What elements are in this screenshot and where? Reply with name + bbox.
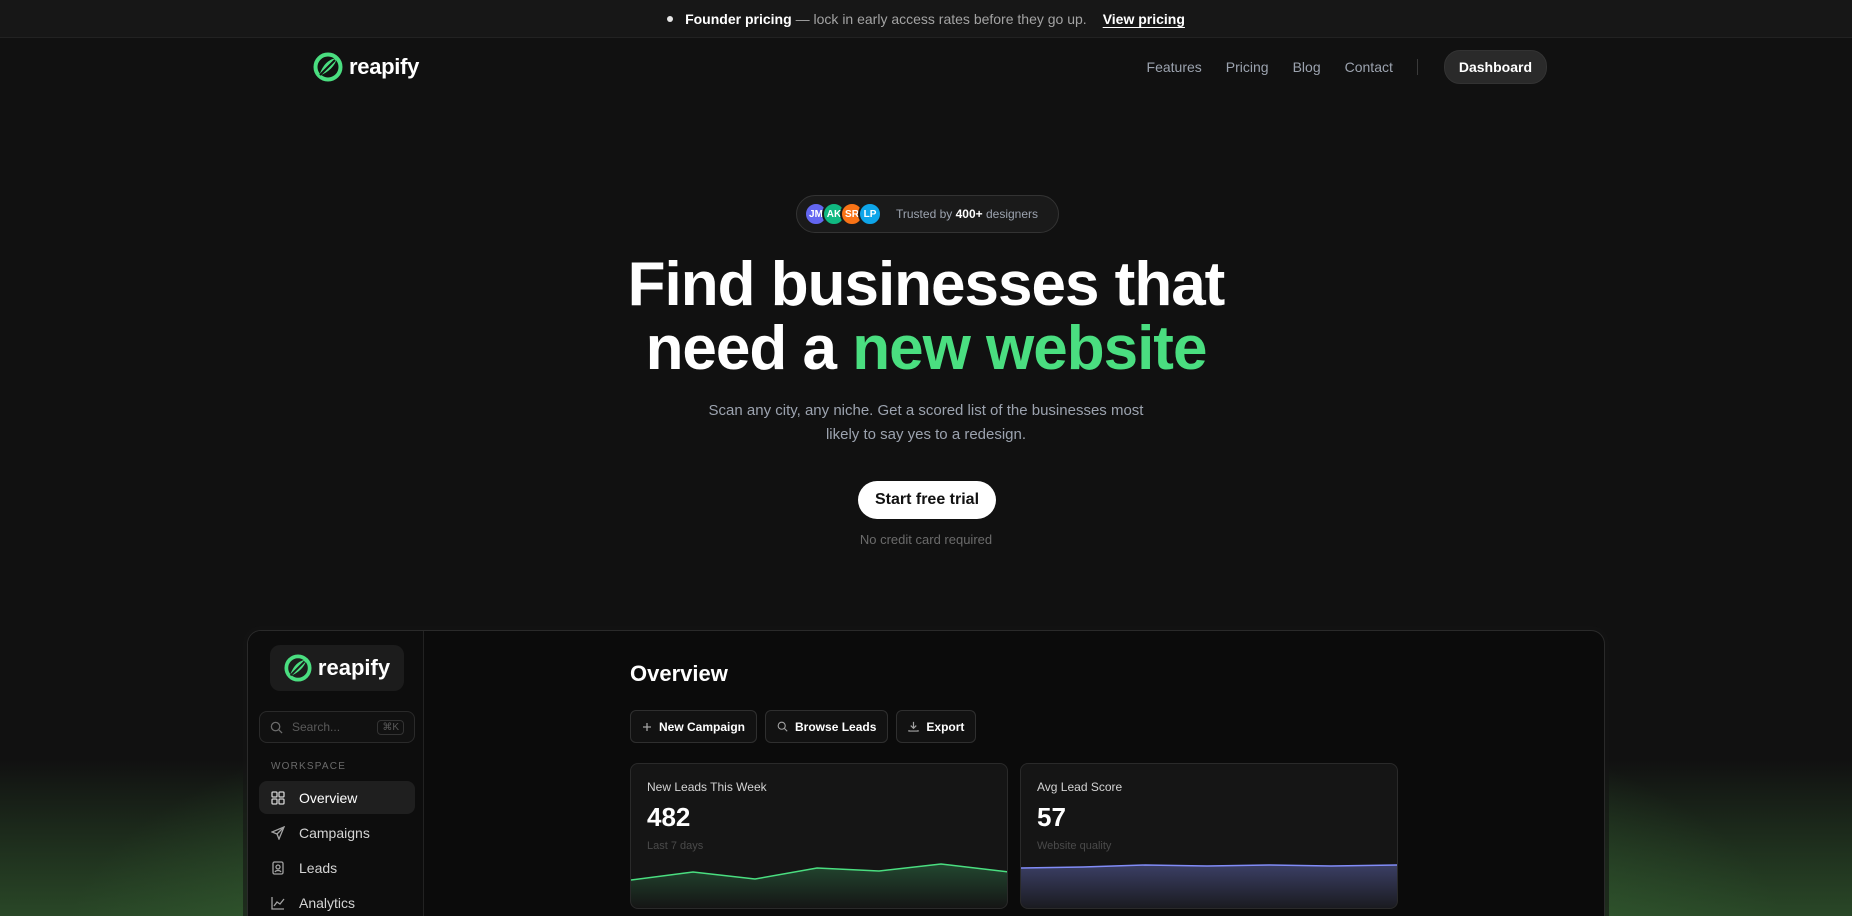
stat-value: 57 [1037,802,1066,832]
search-icon [777,721,788,732]
trust-count: 400+ [955,207,983,221]
button-label: Browse Leads [795,719,877,734]
sidebar-item-label: Campaigns [299,824,370,841]
chart-icon [271,896,285,910]
avatar: LP [858,202,882,226]
app-preview-window: reapify Search... ⌘K WORKSPACE Overview [247,630,1605,916]
hero-heading-line-1: Find businesses that [627,250,1226,319]
search-shortcut: ⌘K [377,720,404,735]
button-label: Export [926,719,965,734]
stat-subtitle: Last 7 days [647,840,704,852]
sidebar-item-label: Analytics [299,894,356,911]
nav-link-pricing[interactable]: Pricing [1226,59,1269,75]
app-sidebar: reapify Search... ⌘K WORKSPACE Overview [248,631,424,916]
hero-heading-plain: need a [645,314,837,383]
hero-subtitle-line-1: Scan any city, any niche. Get a scored l… [708,402,1144,419]
stat-card-new-leads[interactable]: New Leads This Week 482 Last 7 days [630,763,1008,909]
browse-leads-button[interactable]: Browse Leads [765,710,889,743]
nav-links: Features Pricing Blog Contact Dashboard [1147,50,1547,84]
trust-suffix: designers [985,207,1038,221]
stat-title: New Leads This Week [647,780,767,794]
search-placeholder: Search... [292,720,341,734]
leaf-logo-icon [284,654,312,682]
sidebar-section-label: WORKSPACE [271,761,347,772]
nav-link-contact[interactable]: Contact [1345,59,1393,75]
sidebar-item-leads[interactable]: Leads [259,851,415,884]
app-brand-name: reapify [317,655,391,680]
sidebar-item-overview[interactable]: Overview [259,781,415,814]
announcement-strong: Founder pricing [685,10,792,27]
stat-title: Avg Lead Score [1037,780,1123,794]
stat-value: 482 [647,802,691,832]
start-free-trial-button[interactable]: Start free trial [858,481,996,519]
sidebar-search-input[interactable]: Search... ⌘K [259,711,415,743]
hero-subtitle-line-2: likely to say yes to a redesign. [825,426,1027,443]
nav-link-features[interactable]: Features [1147,59,1202,75]
leaf-logo-icon [313,52,343,82]
announcement-text: — lock in early access rates before they… [795,10,1087,27]
page-title: Overview [630,661,728,686]
view-pricing-link[interactable]: View pricing [1103,11,1185,27]
sidebar-item-campaigns[interactable]: Campaigns [259,816,415,849]
button-label: New Campaign [659,719,746,734]
trust-prefix: Trusted by [896,207,953,221]
trust-badge: JM AK SR LP Trusted by 400+ designers [796,195,1059,233]
announcement-bar: Founder pricing — lock in early access r… [0,0,1852,38]
sidebar-item-label: Leads [299,859,338,876]
search-icon [270,721,283,734]
top-nav: reapify Features Pricing Blog Contact Da… [0,38,1852,94]
new-campaign-button[interactable]: New Campaign [630,710,758,743]
brand-logo[interactable]: reapify [313,52,419,82]
action-toolbar: New Campaign Browse Leads Export [630,710,977,743]
no-credit-card-note: No credit card required [859,532,993,547]
app-brand-logo[interactable]: reapify [270,645,404,691]
sparkline-green [631,863,1007,908]
sidebar-item-label: Overview [299,789,358,806]
hero-heading-line-2: need a new website [0,317,1852,381]
trust-text: Trusted by 400+ designers [896,207,1038,221]
hero-heading-accent: new website [852,314,1207,383]
sparkline-purple [1021,864,1397,908]
brand-name: reapify [349,54,420,79]
contact-icon [271,860,285,875]
avatar-stack: JM AK SR LP [804,202,882,226]
download-icon [908,721,920,732]
nav-divider [1416,59,1418,75]
bullet-icon [667,15,674,22]
stat-card-avg-lead-score[interactable]: Avg Lead Score 57 Website quality [1020,763,1398,909]
stat-subtitle: Website quality [1037,840,1112,852]
export-button[interactable]: Export [896,710,977,743]
grid-icon [271,790,285,805]
sidebar-item-analytics[interactable]: Analytics [259,886,415,916]
send-icon [271,825,285,840]
nav-link-blog[interactable]: Blog [1293,59,1321,75]
plus-icon [643,722,651,731]
dashboard-button[interactable]: Dashboard [1443,50,1547,84]
